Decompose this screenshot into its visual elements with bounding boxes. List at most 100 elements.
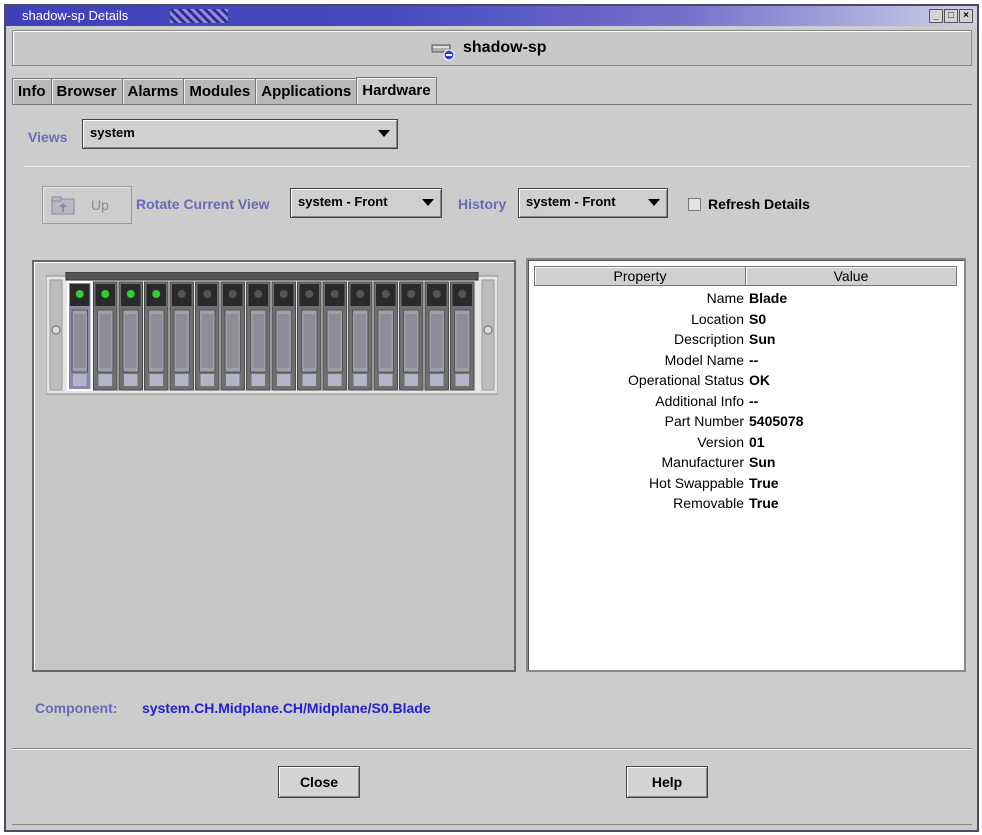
blade-latch [455, 374, 469, 386]
hardware-view-panel [32, 260, 516, 672]
tab-alarms[interactable]: Alarms [121, 78, 185, 104]
rotate-view-label: Rotate Current View [136, 196, 270, 212]
blade-slot-3[interactable] [144, 281, 169, 391]
property-name: Manufacturer [661, 454, 744, 470]
property-value: Blade [749, 290, 788, 306]
table-row[interactable]: Manufacturer Sun [534, 454, 954, 475]
table-row[interactable]: Part Number 5405078 [534, 413, 954, 434]
status-led [203, 290, 212, 298]
table-row[interactable]: Additional Info -- [534, 393, 954, 414]
chevron-down-icon [378, 130, 390, 137]
blade-latch [149, 374, 163, 386]
tab-hardware[interactable]: Hardware [356, 77, 437, 105]
property-name: Location [691, 311, 744, 327]
property-value: S0 [749, 311, 767, 327]
chassis-image[interactable] [46, 272, 498, 396]
close-button[interactable]: Close [278, 766, 360, 798]
blade-slot-7[interactable] [246, 281, 271, 391]
table-row[interactable]: Name Blade [534, 290, 954, 311]
server-icon [431, 44, 455, 61]
component-path: system.CH.Midplane.CH/Midplane/S0.Blade [142, 700, 431, 716]
history-label: History [458, 196, 507, 212]
up-button[interactable]: Up [42, 186, 132, 224]
close-window-button[interactable]: × [959, 9, 973, 23]
table-row[interactable]: Version 01 [534, 434, 954, 455]
blade-vent [303, 314, 315, 368]
table-row[interactable]: Model Name -- [534, 352, 954, 373]
table-row[interactable]: Location S0 [534, 311, 954, 332]
blade-latch [98, 374, 112, 386]
table-row[interactable]: Operational Status OK [534, 372, 954, 393]
details-window: shadow-sp Details _ □ × shadow-sp Info B… [4, 4, 979, 832]
tab-divider [12, 104, 972, 105]
folder-up-icon [51, 196, 75, 215]
property-name: Hot Swappable [649, 475, 744, 491]
status-led [228, 290, 237, 298]
mount-screw [483, 325, 493, 335]
history-select[interactable]: system - Front [518, 188, 668, 218]
tab-browser[interactable]: Browser [50, 78, 123, 104]
blade-vent [380, 314, 392, 368]
blade-slot-5[interactable] [195, 281, 220, 391]
table-row[interactable]: Description Sun [534, 331, 954, 352]
property-column-header[interactable]: Property [534, 266, 746, 286]
refresh-details-label[interactable]: Refresh Details [708, 196, 810, 212]
views-select[interactable]: system [82, 119, 398, 149]
tab-info[interactable]: Info [12, 78, 52, 104]
status-led [101, 290, 110, 298]
blade-latch [277, 374, 291, 386]
blade-slot-10[interactable] [322, 281, 347, 391]
blade-slot-0[interactable] [67, 281, 93, 391]
title-bar[interactable]: shadow-sp Details _ □ × [6, 6, 977, 26]
tab-bar: Info Browser Alarms Modules Applications… [12, 77, 437, 105]
blade-slot-1[interactable] [93, 281, 118, 391]
blade-slot-12[interactable] [373, 281, 398, 391]
window-title: shadow-sp Details [22, 8, 129, 23]
blade-vent [252, 314, 264, 368]
blade-latch [302, 374, 316, 386]
blade-slot-6[interactable] [220, 281, 245, 391]
chassis-right-ear [481, 279, 495, 391]
status-led [152, 290, 161, 298]
section-divider [24, 166, 970, 167]
tab-applications[interactable]: Applications [255, 78, 358, 104]
title-decoration [170, 9, 228, 23]
host-header: shadow-sp [12, 30, 972, 66]
refresh-details-checkbox[interactable] [688, 198, 701, 211]
chassis-top-strip [65, 272, 479, 281]
table-row[interactable]: Hot Swappable True [534, 475, 954, 496]
status-led [126, 290, 135, 298]
blade-vent [405, 314, 417, 368]
property-value: -- [749, 352, 759, 368]
blade-latch [124, 374, 138, 386]
blade-slot-14[interactable] [424, 281, 449, 391]
table-row[interactable]: Removable True [534, 495, 954, 516]
blade-slot-9[interactable] [297, 281, 322, 391]
rotate-view-select[interactable]: system - Front [290, 188, 442, 218]
property-name: Version [697, 434, 744, 450]
property-name: Operational Status [628, 372, 744, 388]
maximize-button[interactable]: □ [944, 9, 958, 23]
blade-slot-15[interactable] [450, 281, 475, 391]
blade-slot-11[interactable] [348, 281, 373, 391]
blade-latch [328, 374, 342, 386]
blade-vent [329, 314, 341, 368]
blade-slot-8[interactable] [271, 281, 296, 391]
value-column-header[interactable]: Value [745, 266, 957, 286]
help-button[interactable]: Help [626, 766, 708, 798]
minimize-button[interactable]: _ [929, 9, 943, 23]
status-led [279, 290, 288, 298]
window-bottom-edge [12, 824, 972, 825]
blade-latch [175, 374, 189, 386]
blade-latch [353, 374, 367, 386]
blade-slot-4[interactable] [169, 281, 194, 391]
views-label: Views [28, 129, 68, 145]
blade-latch [251, 374, 265, 386]
blade-vent [278, 314, 290, 368]
status-led [381, 290, 390, 298]
component-label: Component: [35, 700, 118, 716]
blade-slot-2[interactable] [118, 281, 143, 391]
blade-vent [74, 314, 86, 368]
tab-modules[interactable]: Modules [183, 78, 257, 104]
blade-slot-13[interactable] [399, 281, 424, 391]
